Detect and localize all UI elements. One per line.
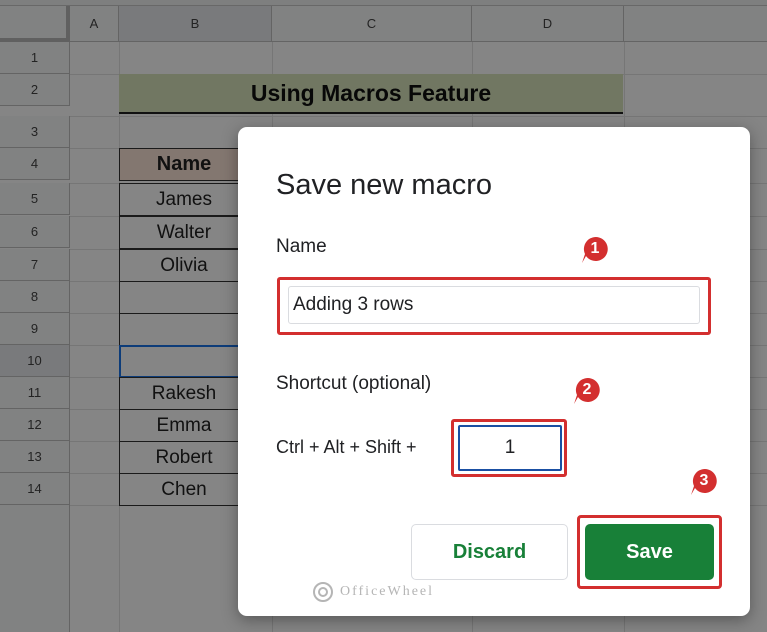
macro-name-input[interactable]	[288, 286, 700, 324]
step-marker-3: 3	[688, 465, 720, 497]
shortcut-highlight-frame	[451, 419, 567, 477]
name-highlight-frame	[277, 277, 711, 335]
marker-number: 3	[699, 472, 709, 489]
marker-number: 1	[590, 240, 600, 257]
save-highlight-frame: Save	[577, 515, 722, 589]
shortcut-prefix: Ctrl + Alt + Shift +	[276, 437, 417, 457]
watermark-text: OfficeWheel	[340, 584, 435, 599]
save-macro-dialog: Save new macro Name Shortcut (optional) …	[238, 127, 750, 616]
save-button[interactable]: Save	[585, 524, 714, 580]
watermark: OfficeWheel	[312, 581, 434, 603]
discard-button[interactable]: Discard	[411, 524, 568, 580]
marker-number: 2	[582, 381, 592, 398]
shortcut-key-input[interactable]	[458, 425, 562, 471]
dialog-title: Save new macro	[276, 169, 492, 201]
shortcut-label: Shortcut (optional)	[276, 373, 432, 394]
step-marker-2: 2	[571, 374, 603, 406]
name-label: Name	[276, 236, 327, 257]
step-marker-1: 1	[579, 233, 611, 265]
officewheel-logo-icon	[313, 582, 333, 602]
